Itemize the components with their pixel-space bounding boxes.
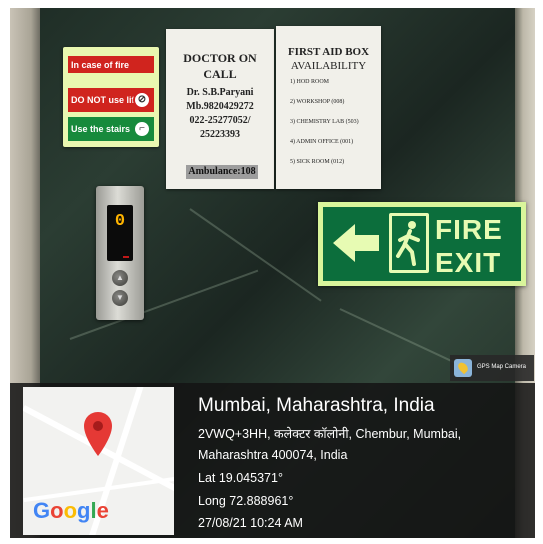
gps-camera-badge: GPS Map Camera	[450, 355, 534, 381]
fire-sign-row: DO NOT use lift ⊘	[68, 88, 154, 112]
up-arrow-icon[interactable]: ▲	[112, 270, 128, 286]
doctor-phone: 022-25277052/	[189, 115, 251, 126]
google-logo: Google	[33, 498, 109, 523]
fire-sign-text: Use the stairs	[71, 124, 131, 134]
latitude: Lat 19.045371°	[198, 471, 283, 485]
first-aid-item: 4) ADMIN OFFICE (001)	[290, 139, 354, 145]
first-aid-notice: FIRST AID BOX AVAILABILITY 1) HOD ROOM 2…	[276, 26, 381, 189]
first-aid-item: 2) WORKSHOP (008)	[290, 99, 345, 105]
floor-indicator-dash	[123, 256, 129, 258]
stairs-icon: ⌐	[133, 120, 151, 138]
first-aid-item: 5) SICK ROOM (012)	[290, 159, 345, 165]
location-city: Mumbai, Maharashtra, India	[198, 395, 435, 416]
first-aid-subtitle: AVAILABILITY	[290, 60, 367, 72]
ambulance-number: Ambulance:108	[186, 165, 258, 179]
left-arrow-icon	[333, 224, 379, 262]
fire-exit-panel: FIRE EXIT	[323, 207, 521, 281]
location-address-line: 2VWQ+3HH, कलेक्टर कॉलोनी, Chembur, Mumba…	[198, 427, 462, 441]
floor-display: 0	[107, 205, 133, 261]
fire-exit-sign: FIRE EXIT	[318, 202, 526, 286]
location-pin-icon	[84, 412, 112, 456]
fire-sign-text: DO NOT use lift	[71, 95, 138, 105]
down-arrow-icon[interactable]: ▼	[112, 290, 128, 306]
doctor-name: Dr. S.B.Paryani	[186, 87, 254, 98]
fire-exit-line1: FIRE	[435, 214, 503, 245]
doctor-phone: 25223393	[200, 129, 240, 140]
marble-vein	[339, 308, 468, 370]
fire-exit-line2: EXIT	[435, 247, 502, 278]
fire-safety-sign: In case of fire DO NOT use lift ⊘ Use th…	[63, 47, 159, 147]
fire-sign-row: Use the stairs ⌐	[68, 117, 154, 141]
doctor-title-line: DOCTOR ON	[183, 51, 257, 65]
doctor-on-call-notice: DOCTOR ON CALL Dr. S.B.Paryani Mb.982042…	[166, 29, 274, 189]
fire-sign-text: In case of fire	[71, 59, 130, 70]
gps-app-label: GPS Map Camera	[477, 364, 527, 370]
first-aid-title: FIRST AID BOX	[287, 46, 370, 58]
first-aid-item: 3) CHEMISTRY LAB (503)	[290, 119, 359, 125]
longitude: Long 72.888961°	[198, 494, 294, 508]
first-aid-item: 1) HOD ROOM	[290, 79, 329, 85]
running-man-icon	[389, 213, 429, 273]
doctor-title-line: CALL	[203, 67, 237, 81]
gps-camera-app-icon	[454, 359, 472, 377]
floor-number: 0	[114, 212, 126, 231]
fire-sign-row: In case of fire	[68, 56, 154, 73]
timestamp: 27/08/21 10:24 AM	[198, 516, 303, 530]
doctor-notice-title: DOCTOR ON CALL	[166, 50, 274, 82]
no-lift-icon: ⊘	[133, 91, 151, 109]
doctor-mobile: Mb.9820429272	[186, 101, 254, 112]
elevator-call-panel: 0 ▲ ▼	[96, 186, 144, 320]
location-map[interactable]: Google	[23, 387, 174, 535]
location-address-line: Maharashtra 400074, India	[198, 448, 348, 462]
